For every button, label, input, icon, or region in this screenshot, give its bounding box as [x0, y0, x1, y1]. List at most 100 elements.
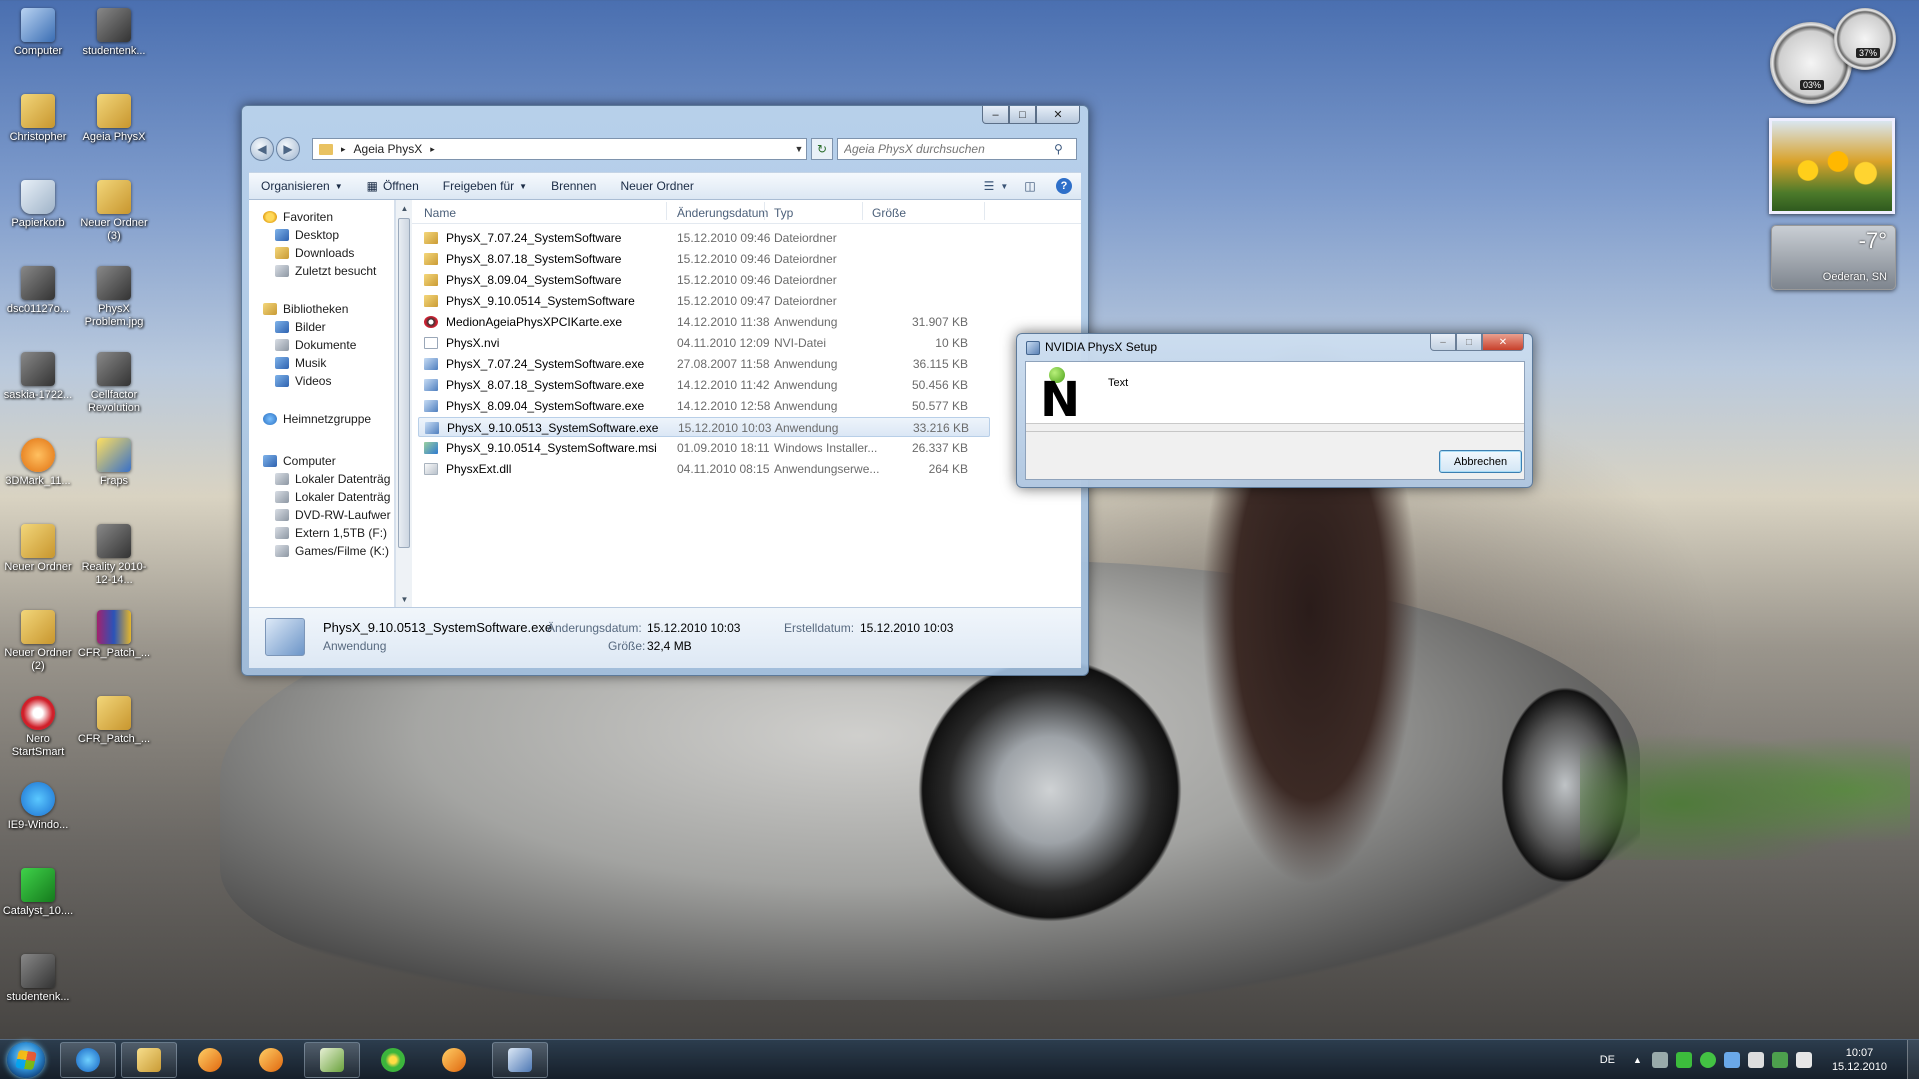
desktop-icon-saskia[interactable]: saskia-1722...	[0, 348, 76, 402]
steam-tray-icon[interactable]	[1651, 1052, 1668, 1068]
nav-item-dvd[interactable]: DVD-RW-Laufwer	[275, 506, 391, 524]
scroll-thumb[interactable]	[398, 218, 410, 548]
start-button[interactable]	[7, 1042, 45, 1078]
desktop-icon-neuer-ordner-3[interactable]: Neuer Ordner (3)	[76, 176, 152, 243]
desktop-icon-christopher[interactable]: Christopher	[0, 90, 76, 144]
column-header-type[interactable]: Typ	[774, 206, 793, 220]
show-hidden-icons-button[interactable]: ▲	[1633, 1055, 1642, 1065]
desktop-icon-computer[interactable]: Computer	[0, 4, 76, 58]
desktop-icon-cfr-patch-folder[interactable]: CFR_Patch_...	[76, 692, 152, 746]
desktop-icon-3dmark[interactable]: 3DMark_11...	[0, 434, 76, 488]
nav-item-documents[interactable]: Dokumente	[275, 336, 356, 354]
taskbar-media-player-3[interactable]	[426, 1042, 482, 1078]
nav-computer[interactable]: Computer	[263, 452, 336, 470]
file-row[interactable]: PhysX_8.07.18_SystemSoftware.exe 14.12.2…	[418, 375, 990, 395]
desktop-icon-dsc01127o[interactable]: dsc01127o...	[0, 262, 76, 316]
desktop-icon-reality[interactable]: Reality 2010-12-14...	[76, 520, 152, 587]
nav-item-drive-c[interactable]: Lokaler Datenträg	[275, 470, 390, 488]
nav-item-downloads[interactable]: Downloads	[275, 244, 354, 262]
refresh-button[interactable]: ↻	[811, 138, 833, 160]
taskbar-explorer[interactable]	[121, 1042, 177, 1078]
desktop-icon-ageia-physx[interactable]: Ageia PhysX	[76, 90, 152, 144]
close-button[interactable]: ✕	[1036, 106, 1080, 124]
file-row[interactable]: PhysX_8.07.18_SystemSoftware 15.12.2010 …	[418, 249, 990, 269]
file-row[interactable]: PhysX_8.09.04_SystemSoftware 15.12.2010 …	[418, 270, 990, 290]
desktop-icon-studentenk[interactable]: studentenk...	[76, 4, 152, 58]
share-button[interactable]: Freigeben für ▼	[431, 179, 539, 193]
clock[interactable]: 10:07 15.12.2010	[1832, 1046, 1887, 1074]
file-row[interactable]: PhysX_8.09.04_SystemSoftware.exe 14.12.2…	[418, 396, 990, 416]
nav-scrollbar[interactable]: ▲ ▼	[395, 200, 412, 607]
dialog-minimize-button[interactable]: –	[1430, 334, 1456, 351]
nav-favorites[interactable]: Favoriten	[263, 208, 333, 226]
forward-button[interactable]: ▶	[276, 137, 300, 161]
breadcrumb-ageia-physx[interactable]: Ageia PhysX	[354, 142, 423, 156]
new-folder-button[interactable]: Neuer Ordner	[608, 179, 705, 193]
icq-tray-icon[interactable]	[1699, 1052, 1716, 1068]
desktop-icon-ie9[interactable]: IE9-Windo...	[0, 778, 76, 832]
explorer-window[interactable]: – □ ✕ ◀ ▶ ▸ Ageia PhysX ▸ ▼ ↻ ⚲ Organisi…	[241, 105, 1089, 676]
taskbar-physx-setup[interactable]	[492, 1042, 548, 1078]
desktop-icon-cellfactor[interactable]: Cellfactor Revolution	[76, 348, 152, 415]
column-header-size[interactable]: Größe	[872, 206, 906, 220]
nav-item-recent[interactable]: Zuletzt besucht	[275, 262, 376, 280]
search-icon[interactable]: ⚲	[1054, 142, 1063, 156]
file-row[interactable]: PhysxExt.dll 04.11.2010 08:15 Anwendungs…	[418, 459, 990, 479]
help-button[interactable]: ?	[1053, 177, 1075, 195]
burn-button[interactable]: Brennen	[539, 179, 608, 193]
desktop-icon-nero[interactable]: Nero StartSmart	[0, 692, 76, 759]
nvidia-tray-icon[interactable]	[1675, 1052, 1692, 1068]
search-input[interactable]	[844, 142, 1054, 156]
column-divider[interactable]	[666, 202, 667, 220]
dialog-close-button[interactable]: ✕	[1482, 334, 1524, 351]
nav-item-drive-f[interactable]: Extern 1,5TB (F:)	[275, 524, 387, 542]
minimize-button[interactable]: –	[982, 106, 1009, 124]
organize-button[interactable]: Organisieren ▼	[249, 179, 355, 193]
taskbar-media-player[interactable]	[182, 1042, 238, 1078]
slideshow-gadget[interactable]	[1769, 118, 1895, 214]
desktop-icon-catalyst[interactable]: Catalyst_10....	[0, 864, 76, 918]
nav-item-pictures[interactable]: Bilder	[275, 318, 326, 336]
nav-item-desktop[interactable]: Desktop	[275, 226, 339, 244]
open-button[interactable]: ▦ Öffnen	[355, 179, 431, 193]
file-row[interactable]: PhysX_7.07.24_SystemSoftware.exe 27.08.2…	[418, 354, 990, 374]
desktop-icon-papierkorb[interactable]: Papierkorb	[0, 176, 76, 230]
taskbar-icq[interactable]	[365, 1042, 421, 1078]
column-header-name[interactable]: Name	[424, 206, 456, 220]
column-divider[interactable]	[862, 202, 863, 220]
catalyst-tray-icon[interactable]	[1771, 1052, 1788, 1068]
dialog-maximize-button[interactable]: □	[1456, 334, 1482, 351]
view-options-button[interactable]: ☰ ▼	[984, 177, 1009, 195]
scroll-down-icon[interactable]: ▼	[396, 591, 413, 607]
back-button[interactable]: ◀	[250, 137, 274, 161]
language-indicator[interactable]: DE	[1600, 1054, 1615, 1066]
weather-gadget[interactable]: -7° Oederan, SN	[1771, 225, 1896, 290]
file-row[interactable]: PhysX_7.07.24_SystemSoftware 15.12.2010 …	[418, 228, 990, 248]
action-center-flag-icon[interactable]	[1747, 1052, 1764, 1068]
taskbar-internet-explorer[interactable]	[60, 1042, 116, 1078]
column-divider[interactable]	[984, 202, 985, 220]
desktop-icon-studentenk-2[interactable]: studentenk...	[0, 950, 76, 1004]
nav-item-drive-d[interactable]: Lokaler Datenträg	[275, 488, 390, 506]
volume-icon[interactable]	[1795, 1052, 1812, 1068]
file-row[interactable]: PhysX.nvi 04.11.2010 12:09 NVI-Datei 10 …	[418, 333, 990, 353]
desktop-icon-fraps[interactable]: Fraps	[76, 434, 152, 488]
cpu-meter-gadget[interactable]: 03% 37%	[1770, 8, 1910, 104]
desktop-icon-neuer-ordner-2[interactable]: Neuer Ordner (2)	[0, 606, 76, 673]
column-divider[interactable]	[764, 202, 765, 220]
show-desktop-button[interactable]	[1907, 1040, 1919, 1079]
nav-item-music[interactable]: Musik	[275, 354, 326, 372]
nav-homegroup[interactable]: Heimnetzgruppe	[263, 410, 371, 428]
file-row[interactable]: PhysX_9.10.0514_SystemSoftware 15.12.201…	[418, 291, 990, 311]
nav-item-videos[interactable]: Videos	[275, 372, 331, 390]
column-header-date[interactable]: Änderungsdatum	[677, 206, 768, 220]
preview-pane-button[interactable]: ◫	[1019, 177, 1041, 195]
network-tray-icon[interactable]	[1723, 1052, 1740, 1068]
chevron-down-icon[interactable]: ▼	[792, 144, 806, 154]
file-row[interactable]: MedionAgeiaPhysXPCIKarte.exe 14.12.2010 …	[418, 312, 990, 332]
desktop-icon-physx-problem[interactable]: PhysX Problem.jpg	[76, 262, 152, 329]
scroll-up-icon[interactable]: ▲	[396, 200, 413, 216]
nav-item-drive-k[interactable]: Games/Filme (K:)	[275, 542, 389, 560]
taskbar-media-player-2[interactable]	[243, 1042, 299, 1078]
desktop-icon-cfr-patch-rar[interactable]: CFR_Patch_...	[76, 606, 152, 660]
